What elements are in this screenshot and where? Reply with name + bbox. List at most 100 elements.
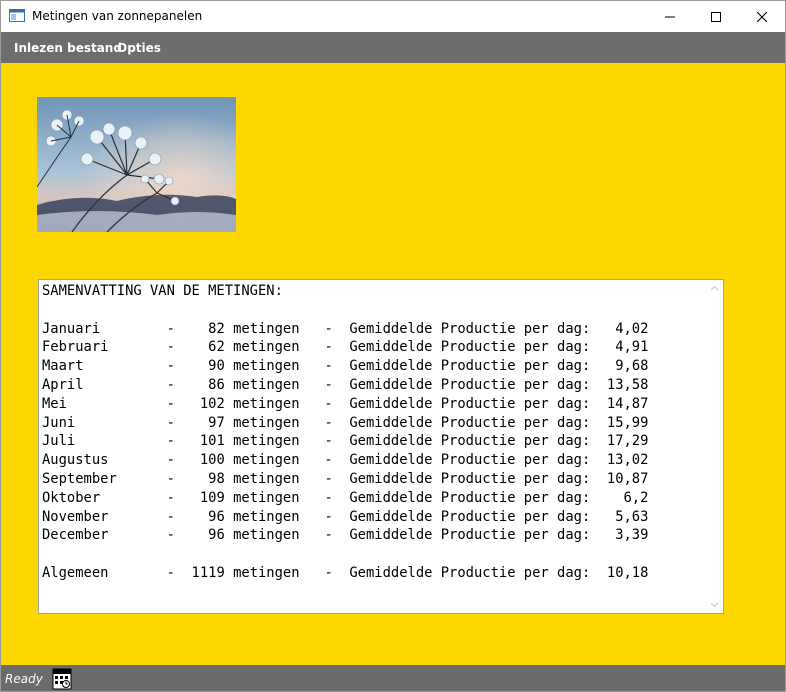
measurement-count: 100 xyxy=(199,452,225,469)
measurement-count: 96 xyxy=(208,508,225,525)
measurement-count: 101 xyxy=(199,433,225,450)
total-label: Algemeen xyxy=(42,564,109,581)
month-name: Oktober xyxy=(42,489,101,506)
measurement-count: 109 xyxy=(199,489,225,506)
list-item: Februari - 62 metingen - Gemiddelde Prod… xyxy=(42,339,649,356)
metric-label: Gemiddelde Productie per dag: xyxy=(349,508,591,525)
unit-label: metingen xyxy=(233,508,300,525)
average-production: 4,02 xyxy=(615,320,649,337)
measurement-count: 62 xyxy=(208,339,225,356)
frosted-flower-photo xyxy=(37,97,236,232)
metric-label: Gemiddelde Productie per dag: xyxy=(349,358,591,375)
main-window: Metingen van zonnepanelen Inlezen bestan… xyxy=(0,0,786,692)
metric-label: Gemiddelde Productie per dag: xyxy=(349,376,591,393)
summary-heading: SAMENVATTING VAN DE METINGEN: xyxy=(42,283,283,299)
total-count: 1119 xyxy=(191,564,225,581)
month-name: Januari xyxy=(42,320,101,337)
close-icon xyxy=(757,11,767,22)
list-item: Juli - 101 metingen - Gemiddelde Product… xyxy=(42,433,649,450)
summary-textbox[interactable]: SAMENVATTING VAN DE METINGEN: Januari - … xyxy=(38,279,724,614)
menu-bar: Inlezen bestand Opties xyxy=(1,32,785,63)
measurement-count: 97 xyxy=(208,414,225,431)
content-area: SAMENVATTING VAN DE METINGEN: Januari - … xyxy=(1,63,785,665)
metric-label: Gemiddelde Productie per dag: xyxy=(349,395,591,412)
window-title: Metingen van zonnepanelen xyxy=(32,9,203,23)
list-item: Mei - 102 metingen - Gemiddelde Producti… xyxy=(42,395,649,412)
month-name: September xyxy=(42,470,117,487)
status-text: Ready xyxy=(5,672,43,686)
unit-label: metingen xyxy=(233,395,300,412)
menu-item-inlezen-bestand[interactable]: Inlezen bestand xyxy=(14,41,122,55)
scroll-up-arrow-icon[interactable] xyxy=(710,284,719,293)
average-production: 5,63 xyxy=(615,508,649,525)
metric-label: Gemiddelde Productie per dag: xyxy=(349,470,591,487)
metric-label: Gemiddelde Productie per dag: xyxy=(349,489,591,506)
unit-label: metingen xyxy=(233,358,300,375)
average-production: 6,2 xyxy=(623,489,649,506)
list-item: September - 98 metingen - Gemiddelde Pro… xyxy=(42,470,649,487)
title-bar[interactable]: Metingen van zonnepanelen xyxy=(1,1,785,32)
month-name: Mei xyxy=(42,395,67,412)
minimize-button[interactable] xyxy=(647,1,693,32)
list-item: Juni - 97 metingen - Gemiddelde Producti… xyxy=(42,414,649,431)
metric-label: Gemiddelde Productie per dag: xyxy=(349,339,591,356)
month-name: Augustus xyxy=(42,452,109,469)
summary-text: SAMENVATTING VAN DE METINGEN: Januari - … xyxy=(42,282,702,610)
unit-label: metingen xyxy=(233,452,300,469)
measurement-count: 86 xyxy=(208,376,225,393)
list-item: Augustus - 100 metingen - Gemiddelde Pro… xyxy=(42,452,649,469)
maximize-button[interactable] xyxy=(693,1,739,32)
average-production: 4,91 xyxy=(615,339,649,356)
list-item: November - 96 metingen - Gemiddelde Prod… xyxy=(42,508,649,525)
month-name: April xyxy=(42,376,84,393)
metric-label: Gemiddelde Productie per dag: xyxy=(349,433,591,450)
average-production: 15,99 xyxy=(606,414,649,431)
total-average: 10,18 xyxy=(606,564,649,581)
unit-label: metingen xyxy=(233,414,300,431)
status-bar: Ready xyxy=(1,665,785,691)
maximize-icon xyxy=(711,11,721,22)
average-production: 13,02 xyxy=(606,452,649,469)
list-item: April - 86 metingen - Gemiddelde Product… xyxy=(42,376,649,393)
month-name: Juni xyxy=(42,414,76,431)
metric-label: Gemiddelde Productie per dag: xyxy=(349,564,591,581)
scroll-down-arrow-icon[interactable] xyxy=(710,600,719,609)
metric-label: Gemiddelde Productie per dag: xyxy=(349,452,591,469)
list-item: December - 96 metingen - Gemiddelde Prod… xyxy=(42,527,649,544)
unit-label: metingen xyxy=(233,433,300,450)
list-item: Maart - 90 metingen - Gemiddelde Product… xyxy=(42,358,649,375)
month-name: Maart xyxy=(42,358,84,375)
list-item: Oktober - 109 metingen - Gemiddelde Prod… xyxy=(42,489,649,506)
measurement-count: 98 xyxy=(208,470,225,487)
list-item: Januari - 82 metingen - Gemiddelde Produ… xyxy=(42,320,649,337)
average-production: 9,68 xyxy=(615,358,649,375)
average-production: 3,39 xyxy=(615,527,649,544)
measurement-count: 90 xyxy=(208,358,225,375)
average-production: 10,87 xyxy=(606,470,649,487)
unit-label: metingen xyxy=(233,489,300,506)
average-production: 17,29 xyxy=(606,433,649,450)
measurement-count: 102 xyxy=(199,395,225,412)
vertical-scrollbar[interactable] xyxy=(706,280,723,613)
metric-label: Gemiddelde Productie per dag: xyxy=(349,414,591,431)
close-button[interactable] xyxy=(739,1,785,32)
month-name: December xyxy=(42,527,109,544)
window-app-icon xyxy=(9,9,25,22)
unit-label: metingen xyxy=(233,320,300,337)
average-production: 13,58 xyxy=(606,376,649,393)
unit-label: metingen xyxy=(233,564,300,581)
unit-label: metingen xyxy=(233,470,300,487)
unit-label: metingen xyxy=(233,376,300,393)
metric-label: Gemiddelde Productie per dag: xyxy=(349,320,591,337)
minimize-icon xyxy=(665,16,675,17)
keyboard-calendar-icon xyxy=(52,668,72,690)
average-production: 14,87 xyxy=(606,395,649,412)
month-name: Juli xyxy=(42,433,76,450)
measurement-count: 96 xyxy=(208,527,225,544)
unit-label: metingen xyxy=(233,339,300,356)
metric-label: Gemiddelde Productie per dag: xyxy=(349,527,591,544)
menu-item-opties[interactable]: Opties xyxy=(117,41,161,55)
total-row: Algemeen - 1119 metingen - Gemiddelde Pr… xyxy=(42,564,649,581)
unit-label: metingen xyxy=(233,527,300,544)
measurement-count: 82 xyxy=(208,320,225,337)
